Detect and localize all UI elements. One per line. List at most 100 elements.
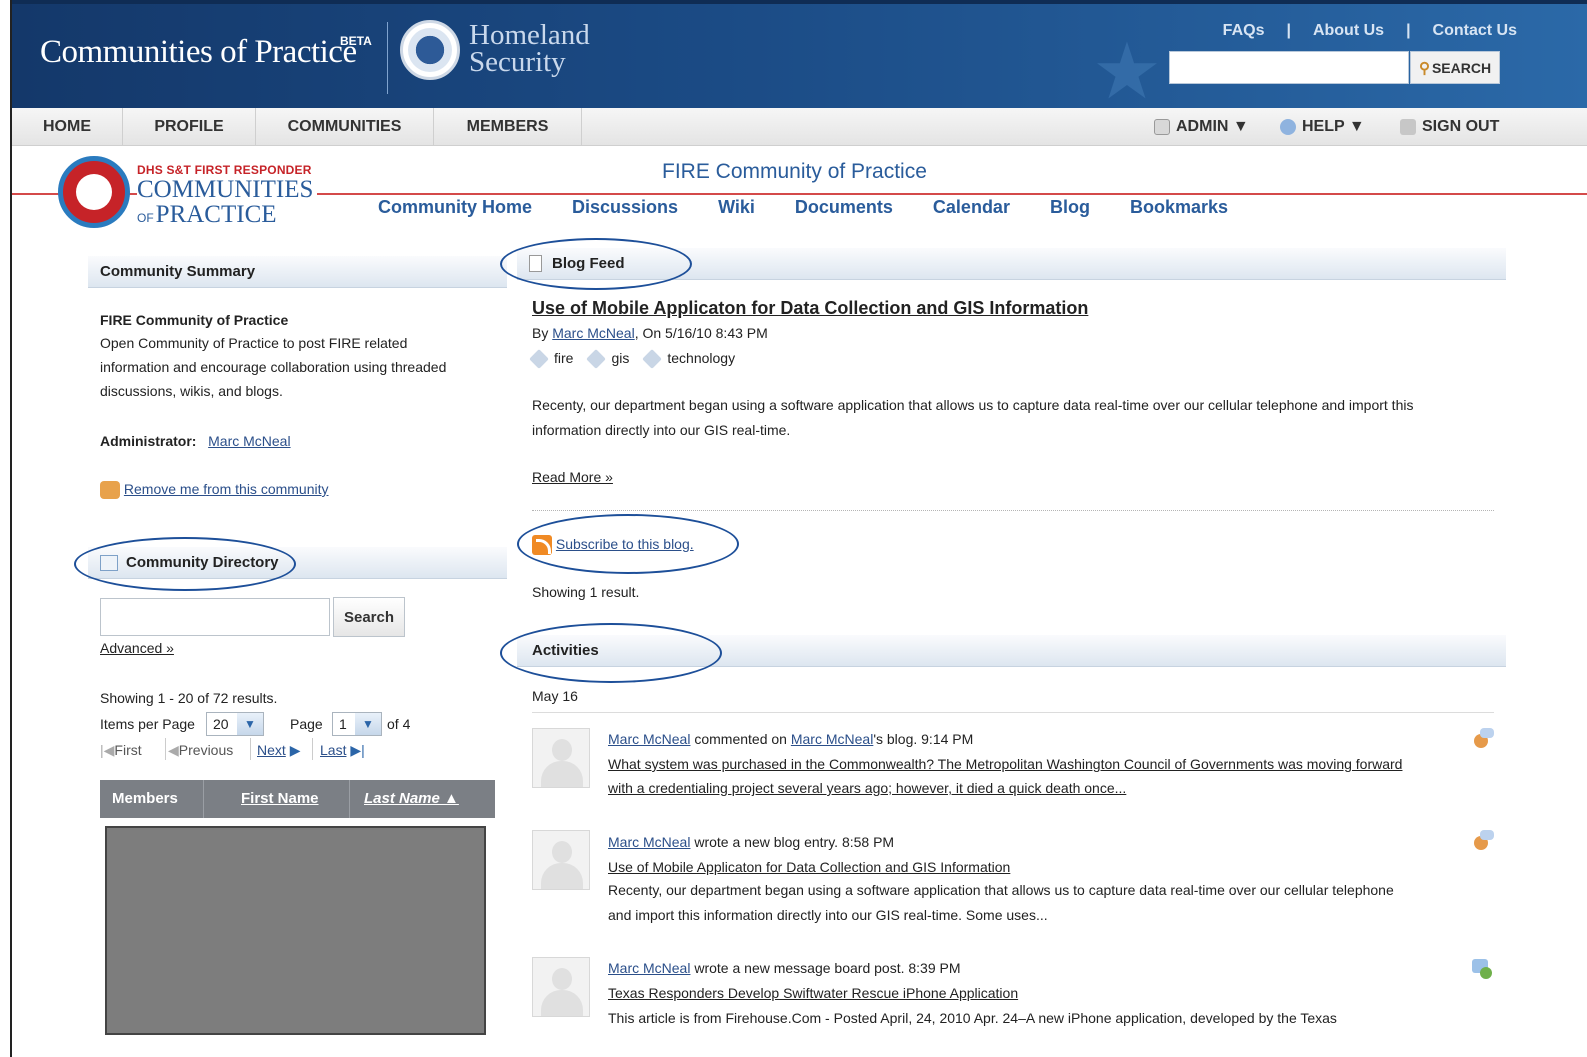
tab-blog[interactable]: Blog: [1050, 197, 1090, 218]
activity-user-link[interactable]: Marc McNeal: [608, 960, 690, 976]
tab-wiki[interactable]: Wiki: [718, 197, 755, 218]
nav-communities[interactable]: COMMUNITIES: [256, 108, 434, 146]
tab-calendar[interactable]: Calendar: [933, 197, 1010, 218]
tab-community-home[interactable]: Community Home: [378, 197, 532, 218]
community-directory-heading: Community Directory: [126, 554, 279, 571]
activity-date: May 16: [532, 688, 578, 704]
header-banner: Communities of Practice BETA Homeland Se…: [12, 0, 1587, 115]
sign-out-button[interactable]: SIGN OUT: [1400, 108, 1499, 146]
nav-home[interactable]: HOME: [12, 108, 123, 146]
first-page-button[interactable]: |◀First: [100, 738, 142, 762]
blog-body-line-1: Recenty, our department began using a so…: [532, 397, 1414, 413]
about-us-link[interactable]: About Us: [1313, 22, 1384, 40]
community-title: FIRE Community of Practice: [658, 160, 931, 184]
pager-separator: [165, 738, 166, 760]
read-more-link[interactable]: Read More »: [532, 465, 613, 490]
next-page-button[interactable]: Next ▶: [257, 738, 300, 762]
divider: [532, 712, 1494, 713]
cop-logo-word-1: COMMUNITIES: [137, 177, 318, 202]
activity-2-link[interactable]: Use of Mobile Applicaton for Data Collec…: [608, 855, 1010, 880]
byline-by: By: [532, 325, 549, 341]
remove-me-link[interactable]: Remove me from this community: [124, 481, 329, 497]
activity-2-text-line-2: and import this information directly int…: [608, 907, 1048, 923]
community-directory-header: Community Directory: [88, 547, 507, 579]
activity-suffix: 's blog. 9:14 PM: [873, 731, 974, 747]
activity-action: wrote a new blog entry. 8:58 PM: [694, 834, 895, 850]
app-title[interactable]: Communities of Practice: [40, 34, 357, 71]
tab-discussions[interactable]: Discussions: [572, 197, 678, 218]
site-search-button[interactable]: ⚲ SEARCH: [1410, 51, 1500, 84]
activity-action: commented on: [694, 731, 787, 747]
activity-3-link[interactable]: Texas Responders Develop Swiftwater Resc…: [608, 981, 1018, 1006]
tag-gis[interactable]: gis: [586, 346, 629, 371]
directory-search-button[interactable]: Search: [333, 597, 405, 637]
admin-label: Administrator:: [100, 433, 197, 449]
search-icon: ⚲: [1418, 59, 1430, 77]
blog-author-link[interactable]: Marc McNeal: [552, 325, 634, 341]
pager-separator: [250, 738, 251, 760]
previous-page-button[interactable]: ◀Previous: [168, 738, 233, 762]
activities-heading: Activities: [532, 642, 599, 659]
last-link[interactable]: Last: [320, 742, 346, 758]
remove-membership[interactable]: Remove me from this community: [100, 477, 329, 501]
activity-user-link[interactable]: Marc McNeal: [608, 834, 690, 850]
help-icon: [1280, 119, 1296, 135]
first-page-icon: |◀: [100, 742, 115, 758]
blog-date: , On 5/16/10 8:43 PM: [634, 325, 768, 341]
subscribe-row[interactable]: Subscribe to this blog.: [532, 532, 694, 557]
last-page-button[interactable]: Last ▶|: [320, 738, 365, 762]
tab-bookmarks[interactable]: Bookmarks: [1130, 197, 1228, 218]
nav-members[interactable]: MEMBERS: [434, 108, 582, 146]
tag-technology[interactable]: technology: [642, 346, 736, 371]
advanced-search-link[interactable]: Advanced »: [100, 636, 174, 660]
separator: |: [1406, 22, 1411, 39]
col-first-name[interactable]: First Name: [241, 790, 319, 807]
tab-documents[interactable]: Documents: [795, 197, 893, 218]
nav-profile[interactable]: PROFILE: [123, 108, 256, 146]
page-count: of 4: [387, 716, 411, 732]
activity-1-link-line-2[interactable]: with a credentialing project several yea…: [608, 776, 1126, 801]
tag-fire[interactable]: fire: [529, 346, 573, 371]
separator: |: [1286, 22, 1291, 39]
page-frame: Communities of Practice BETA Homeland Se…: [10, 0, 1587, 1057]
site-search-input[interactable]: [1169, 51, 1409, 84]
help-menu[interactable]: HELP ▼: [1280, 108, 1365, 146]
avatar[interactable]: [532, 957, 590, 1017]
banner-divider: [387, 22, 388, 94]
blog-body-line-2: information directly into our GIS real-t…: [532, 422, 791, 438]
directory-search-input[interactable]: [100, 598, 330, 636]
activity-2-text-line-1: Recenty, our department began using a so…: [608, 882, 1394, 898]
blog-post-title-link[interactable]: Use of Mobile Applicaton for Data Collec…: [532, 296, 1088, 321]
page-label: Page: [290, 716, 323, 732]
cop-logo-word-2: PRACTICE: [155, 201, 277, 228]
admin-menu[interactable]: ADMIN ▼: [1154, 108, 1249, 146]
first-label: First: [114, 742, 142, 758]
subscribe-link[interactable]: Subscribe to this blog.: [556, 536, 694, 552]
directory-icon: [100, 554, 118, 571]
blog-entry-icon: [1472, 830, 1494, 852]
activity-target-link[interactable]: Marc McNeal: [791, 731, 873, 747]
dhs-seal-icon: [400, 20, 460, 80]
agency-line-2: Security: [469, 46, 566, 78]
activity-1-summary: Marc McNeal commented on Marc McNeal's b…: [608, 727, 973, 752]
activity-1-link-line-1[interactable]: What system was purchased in the Commonw…: [608, 752, 1402, 777]
avatar[interactable]: [532, 830, 590, 890]
divider: [532, 510, 1494, 511]
items-per-page-select[interactable]: 20 ▼: [206, 712, 264, 736]
tag-label: technology: [667, 350, 736, 366]
activity-user-link[interactable]: Marc McNeal: [608, 731, 690, 747]
site-search-label: SEARCH: [1431, 59, 1492, 76]
faqs-link[interactable]: FAQs: [1223, 22, 1265, 40]
agency-name: Homeland Security: [469, 21, 590, 78]
page-select[interactable]: 1 ▼: [332, 712, 382, 736]
activity-action: wrote a new message board post. 8:39 PM: [694, 960, 961, 976]
community-summary-heading: Community Summary: [100, 263, 256, 280]
avatar[interactable]: [532, 728, 590, 788]
previous-label: Previous: [178, 742, 234, 758]
admin-user-link[interactable]: Marc McNeal: [208, 433, 290, 449]
contact-us-link[interactable]: Contact Us: [1433, 22, 1517, 40]
community-subnav: Community Home Discussions Wiki Document…: [378, 197, 1268, 218]
next-icon: ▶: [289, 742, 301, 758]
col-last-name[interactable]: Last Name ▲: [364, 790, 459, 807]
next-link[interactable]: Next: [257, 742, 286, 758]
